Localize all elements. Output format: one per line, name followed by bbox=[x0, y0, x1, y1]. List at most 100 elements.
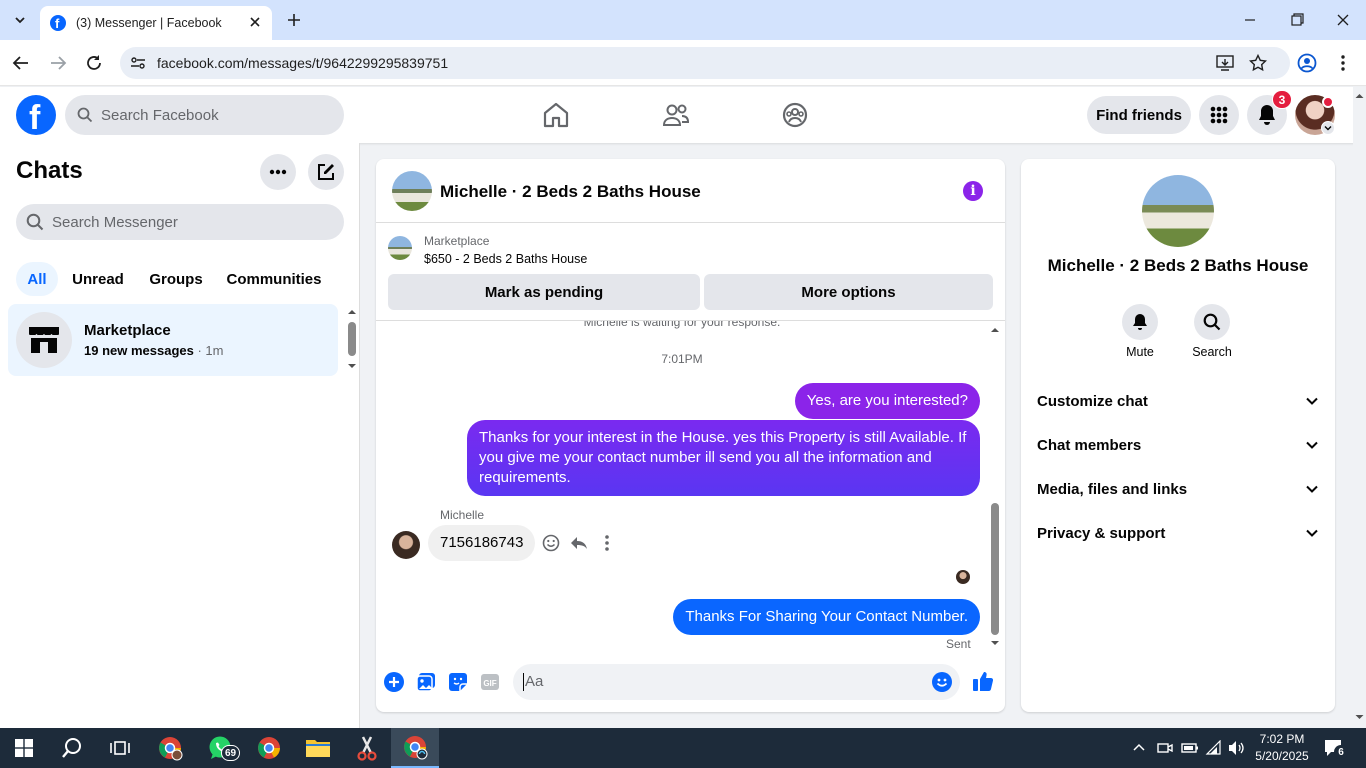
store-icon bbox=[28, 327, 60, 353]
url-text: facebook.com/messages/t/9642299295839751 bbox=[157, 55, 449, 71]
facebook-logo[interactable]: f bbox=[16, 95, 56, 137]
page-scrollbar[interactable] bbox=[1353, 87, 1366, 728]
search-label: Search bbox=[1192, 345, 1232, 359]
michelle-avatar[interactable] bbox=[392, 531, 420, 559]
filter-communities[interactable]: Communities bbox=[218, 262, 330, 296]
snipping-tool-taskbar-icon[interactable] bbox=[345, 728, 389, 768]
message-bubble-sent[interactable]: Thanks for your interest in the House. y… bbox=[467, 420, 980, 496]
info-icon[interactable]: i bbox=[963, 181, 983, 201]
chrome-taskbar-icon[interactable] bbox=[247, 728, 291, 768]
chats-options-button[interactable] bbox=[260, 154, 296, 190]
section-label: Customize chat bbox=[1037, 392, 1148, 410]
message-bubble-received[interactable]: 7156186743 bbox=[428, 525, 536, 561]
clock[interactable]: 7:02 PM 5/20/2025 bbox=[1250, 731, 1314, 765]
menu-grid-button[interactable] bbox=[1199, 95, 1239, 135]
address-bar[interactable]: facebook.com/messages/t/9642299295839751 bbox=[120, 47, 1290, 79]
mark-pending-button[interactable]: Mark as pending bbox=[388, 274, 700, 310]
filter-groups[interactable]: Groups bbox=[140, 262, 212, 296]
search-in-chat-button[interactable] bbox=[1194, 304, 1230, 340]
chat-title[interactable]: Michelle · 2 Beds 2 Baths House bbox=[440, 182, 701, 202]
section-chat-members[interactable]: Chat members bbox=[1037, 434, 1319, 456]
volume-icon[interactable] bbox=[1228, 740, 1246, 756]
close-window-icon[interactable] bbox=[1331, 8, 1355, 32]
grid-icon bbox=[1210, 106, 1228, 124]
file-explorer-taskbar-icon[interactable] bbox=[296, 728, 340, 768]
browser-tab-strip: f (3) Messenger | Facebook bbox=[0, 0, 1366, 40]
wifi-icon[interactable] bbox=[1205, 740, 1223, 756]
back-icon[interactable] bbox=[10, 52, 32, 74]
task-view-icon[interactable] bbox=[98, 728, 142, 768]
chevron-down-icon bbox=[15, 17, 25, 24]
section-privacy-support[interactable]: Privacy & support bbox=[1037, 522, 1319, 544]
browser-menu-icon[interactable] bbox=[1335, 53, 1351, 73]
forward-icon[interactable] bbox=[47, 52, 69, 74]
message-bubble-sent[interactable]: Yes, are you interested? bbox=[794, 383, 980, 419]
filter-unread[interactable]: Unread bbox=[62, 262, 134, 296]
restore-icon[interactable] bbox=[1285, 8, 1309, 32]
section-media-files-links[interactable]: Media, files and links bbox=[1037, 478, 1319, 500]
bookmark-star-icon[interactable] bbox=[1249, 54, 1267, 72]
friends-icon[interactable] bbox=[662, 103, 690, 127]
browser-tab[interactable]: f (3) Messenger | Facebook bbox=[40, 6, 272, 40]
account-chevron-icon[interactable] bbox=[1321, 121, 1335, 135]
seen-by-avatar bbox=[956, 570, 970, 584]
tab-close-icon[interactable] bbox=[248, 15, 262, 29]
messenger-search-input[interactable]: Search Messenger bbox=[16, 204, 344, 240]
minimize-icon[interactable] bbox=[1238, 8, 1262, 32]
attach-photo-icon[interactable] bbox=[416, 672, 436, 692]
conversation-item-marketplace[interactable]: Marketplace 19 new messages · 1m bbox=[8, 304, 338, 376]
site-settings-icon[interactable] bbox=[130, 55, 146, 71]
message-more-icon[interactable] bbox=[598, 534, 616, 552]
chrome-active-taskbar-icon[interactable] bbox=[391, 728, 439, 768]
mute-button[interactable] bbox=[1122, 304, 1158, 340]
section-label: Media, files and links bbox=[1037, 480, 1188, 498]
chevron-down-icon bbox=[1306, 441, 1318, 449]
whatsapp-taskbar-icon[interactable]: 69 bbox=[198, 728, 242, 768]
facebook-search-input[interactable]: Search Facebook bbox=[65, 95, 344, 135]
reply-icon[interactable] bbox=[570, 534, 588, 552]
sidebar-scrollbar[interactable] bbox=[346, 306, 358, 374]
more-options-button[interactable]: More options bbox=[704, 274, 993, 310]
windows-taskbar: 69 7:02 PM 5/20/2025 6 bbox=[0, 728, 1366, 768]
gif-icon[interactable]: GIF bbox=[480, 672, 500, 692]
chats-sidebar: Chats Search Messenger All Unread Groups… bbox=[0, 143, 360, 728]
windows-start-icon[interactable] bbox=[2, 728, 46, 768]
message-input-placeholder: Aa bbox=[525, 673, 544, 690]
delivery-status: Sent bbox=[946, 637, 971, 651]
tab-search-button[interactable] bbox=[8, 8, 32, 32]
message-scrollbar[interactable] bbox=[989, 323, 1001, 651]
section-customize-chat[interactable]: Customize chat bbox=[1037, 390, 1319, 412]
notification-center-icon[interactable]: 6 bbox=[1323, 738, 1348, 759]
taskbar-search-icon[interactable] bbox=[50, 728, 94, 768]
chrome-profile-taskbar-icon[interactable] bbox=[148, 728, 192, 768]
home-icon[interactable] bbox=[542, 102, 570, 128]
listing-title[interactable]: $650 - 2 Beds 2 Baths House bbox=[424, 252, 587, 266]
filter-all[interactable]: All bbox=[16, 262, 58, 296]
profile-icon[interactable] bbox=[1297, 53, 1317, 73]
reload-icon[interactable] bbox=[83, 52, 105, 74]
chat-avatar[interactable] bbox=[392, 171, 432, 211]
details-title: Michelle · 2 Beds 2 Baths House bbox=[1047, 256, 1309, 275]
new-message-button[interactable] bbox=[308, 154, 344, 190]
find-friends-button[interactable]: Find friends bbox=[1087, 96, 1191, 134]
battery-icon[interactable] bbox=[1181, 740, 1199, 756]
like-icon[interactable] bbox=[972, 670, 994, 692]
chevron-down-icon bbox=[1306, 485, 1318, 493]
meet-now-icon[interactable] bbox=[1157, 740, 1173, 756]
message-bubble-sent[interactable]: Thanks For Sharing Your Contact Number. bbox=[673, 599, 980, 635]
message-input[interactable]: Aa bbox=[513, 664, 960, 700]
new-tab-icon[interactable] bbox=[282, 8, 306, 32]
install-app-icon[interactable] bbox=[1216, 54, 1234, 72]
react-emoji-icon[interactable] bbox=[542, 534, 560, 552]
facebook-favicon: f bbox=[50, 15, 66, 31]
more-actions-icon[interactable] bbox=[384, 672, 404, 692]
sticker-icon[interactable] bbox=[448, 672, 468, 692]
clock-time: 7:02 PM bbox=[1259, 732, 1305, 746]
section-label: Privacy & support bbox=[1037, 524, 1166, 542]
groups-icon[interactable] bbox=[781, 102, 809, 128]
facebook-header: f Search Facebook Find friends 3 bbox=[0, 87, 1366, 143]
show-hidden-icons[interactable] bbox=[1132, 741, 1146, 755]
message-timestamp: 7:01PM bbox=[661, 352, 703, 366]
emoji-icon[interactable] bbox=[932, 672, 952, 692]
details-avatar[interactable] bbox=[1142, 175, 1214, 247]
